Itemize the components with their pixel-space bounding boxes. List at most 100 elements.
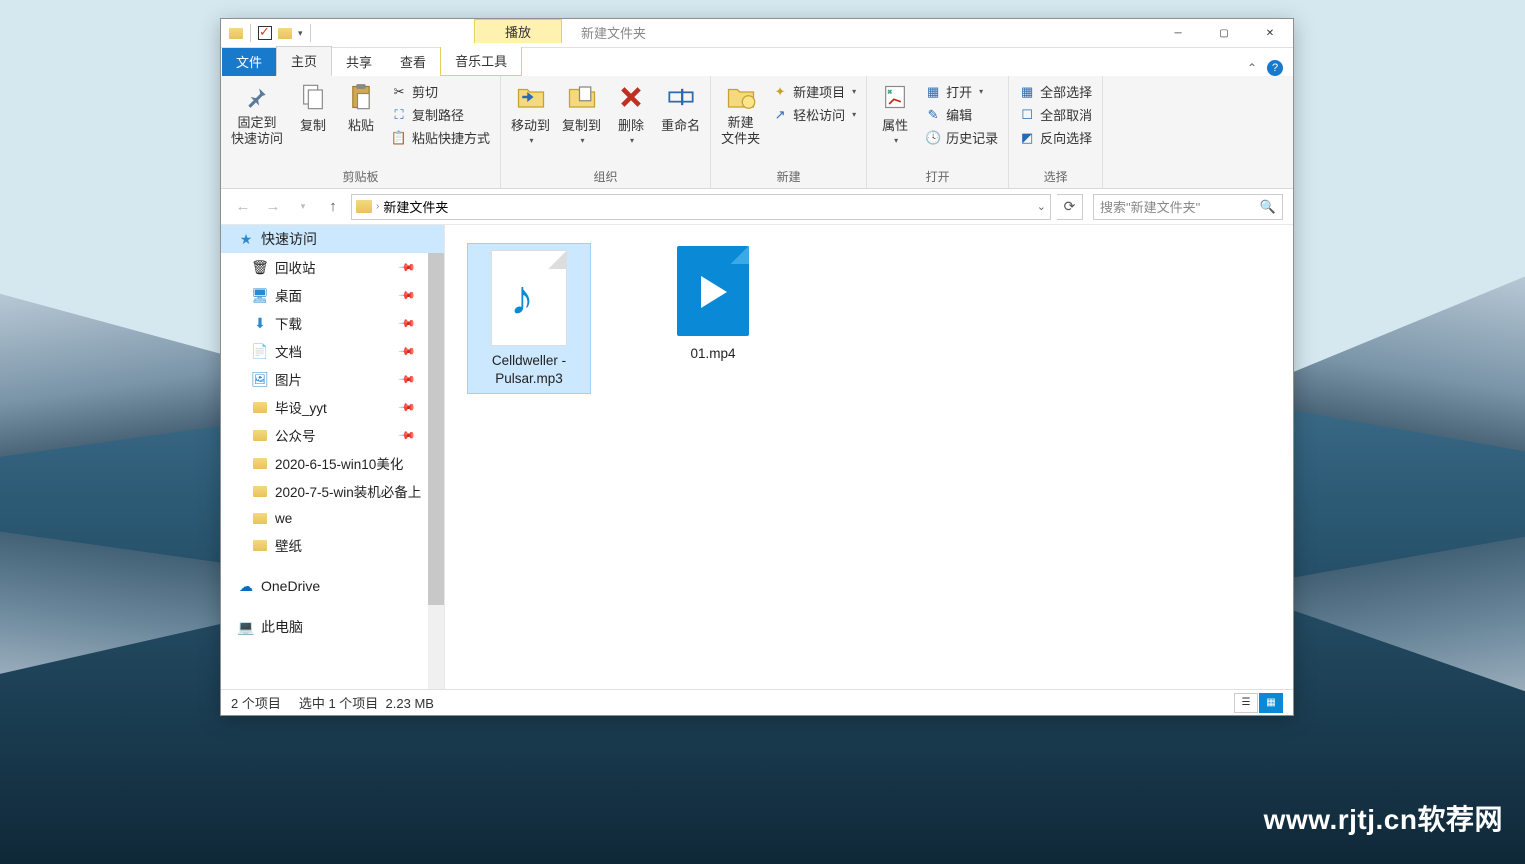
- titlebar[interactable]: ▾ 播放 新建文件夹 ─ ▢ ✕: [221, 19, 1293, 48]
- tab-music-tools[interactable]: 音乐工具: [440, 47, 522, 76]
- sidebar-item-folder[interactable]: 2020-6-15-win10美化: [221, 449, 444, 477]
- folder-icon[interactable]: [276, 24, 294, 42]
- breadcrumb-segment[interactable]: 新建文件夹: [383, 197, 448, 216]
- paste-shortcut-button[interactable]: 📋粘贴快捷方式: [387, 127, 494, 148]
- details-view-button[interactable]: ☰: [1234, 693, 1258, 713]
- move-to-button[interactable]: 移动到▾: [507, 79, 554, 147]
- tab-share[interactable]: 共享: [332, 48, 386, 76]
- edit-icon: ✎: [925, 107, 941, 123]
- history-dropdown-icon[interactable]: ▾: [291, 195, 315, 219]
- video-file-icon: [677, 246, 749, 336]
- rename-button[interactable]: 重命名: [657, 79, 704, 136]
- ribbon-tabs: 文件 主页 共享 查看 音乐工具 ⌃ ?: [221, 48, 1293, 76]
- move-icon: [515, 81, 547, 113]
- tab-home[interactable]: 主页: [276, 46, 332, 76]
- icons-view-button[interactable]: ▦: [1259, 693, 1283, 713]
- new-folder-button[interactable]: 新建 文件夹: [717, 79, 764, 150]
- paste-icon: [345, 81, 377, 113]
- close-button[interactable]: ✕: [1247, 19, 1293, 47]
- contextual-tab-header: 播放: [474, 19, 562, 43]
- sidebar-this-pc[interactable]: 💻此电脑: [221, 613, 444, 641]
- properties-icon: [879, 81, 911, 113]
- copy-button[interactable]: 复制: [291, 79, 335, 136]
- history-button[interactable]: 🕓历史记录: [921, 127, 1002, 148]
- search-placeholder: 搜索"新建文件夹": [1100, 197, 1200, 216]
- new-folder-icon: [725, 81, 757, 113]
- document-icon: 📄: [251, 342, 269, 360]
- breadcrumb[interactable]: › 新建文件夹 ⌄: [351, 194, 1051, 220]
- forward-button[interactable]: →: [261, 195, 285, 219]
- sidebar-onedrive[interactable]: ☁OneDrive: [221, 573, 444, 599]
- file-item-audio[interactable]: ♪ Celldweller - Pulsar.mp3: [467, 243, 591, 394]
- easy-access-button[interactable]: ↗轻松访问▾: [768, 104, 860, 125]
- download-icon: ⬇: [251, 314, 269, 332]
- select-all-button[interactable]: ▦全部选择: [1015, 81, 1096, 102]
- refresh-button[interactable]: ⟳: [1057, 194, 1083, 220]
- folder-icon: [251, 536, 269, 554]
- copy-to-button[interactable]: 复制到▾: [558, 79, 605, 147]
- sidebar-item-folder[interactable]: we: [221, 505, 444, 531]
- delete-label: 删除: [618, 115, 644, 134]
- file-item-video[interactable]: 01.mp4: [651, 243, 775, 363]
- sidebar-item-pictures[interactable]: 🖼图片📌: [221, 365, 444, 393]
- sidebar-item-documents[interactable]: 📄文档📌: [221, 337, 444, 365]
- desktop-icon: 🖥: [251, 286, 269, 304]
- pin-icon: 📌: [398, 426, 417, 445]
- chevron-right-icon[interactable]: ›: [376, 201, 379, 212]
- sidebar-quick-access[interactable]: ★ 快速访问: [221, 225, 444, 253]
- selected-count: 选中 1 个项目: [299, 696, 378, 711]
- select-none-button[interactable]: ☐全部取消: [1015, 104, 1096, 125]
- collapse-ribbon-icon[interactable]: ⌃: [1247, 61, 1257, 75]
- pin-quick-access-button[interactable]: 固定到 快速访问: [227, 79, 287, 150]
- context-tab-label: 播放: [474, 19, 562, 43]
- minimize-button[interactable]: ─: [1155, 19, 1201, 47]
- back-button[interactable]: ←: [231, 195, 255, 219]
- edit-button[interactable]: ✎编辑: [921, 104, 1002, 125]
- paste-button[interactable]: 粘贴: [339, 79, 383, 136]
- sidebar-item-folder[interactable]: 公众号📌: [221, 421, 444, 449]
- move-to-label: 移动到: [511, 115, 550, 134]
- selected-size: 2.23 MB: [386, 696, 434, 711]
- address-bar-row: ← → ▾ ↑ › 新建文件夹 ⌄ ⟳ 搜索"新建文件夹" 🔍: [221, 189, 1293, 225]
- pin-icon: 📌: [398, 342, 417, 361]
- invert-selection-button[interactable]: ◩反向选择: [1015, 127, 1096, 148]
- easy-access-icon: ↗: [772, 107, 788, 123]
- select-none-icon: ☐: [1019, 107, 1035, 123]
- clipboard-group-label: 剪贴板: [227, 166, 494, 188]
- help-icon[interactable]: ?: [1267, 60, 1283, 76]
- new-item-button[interactable]: ✦新建项目▾: [768, 81, 860, 102]
- sidebar-item-folder[interactable]: 壁纸: [221, 531, 444, 559]
- open-icon: ▦: [925, 84, 941, 100]
- folder-icon: [251, 398, 269, 416]
- copy-path-button[interactable]: ⛶复制路径: [387, 104, 494, 125]
- cloud-icon: ☁: [237, 577, 255, 595]
- cut-button[interactable]: ✂剪切: [387, 81, 494, 102]
- sidebar-item-recycle[interactable]: 🗑回收站📌: [221, 253, 444, 281]
- checkbox-icon[interactable]: [256, 24, 274, 42]
- organize-group-label: 组织: [507, 166, 704, 188]
- shortcut-icon: 📋: [391, 130, 407, 146]
- sidebar-item-folder[interactable]: 2020-7-5-win装机必备上: [221, 477, 444, 505]
- select-group-label: 选择: [1015, 166, 1096, 188]
- open-button[interactable]: ▦打开▾: [921, 81, 1002, 102]
- tab-view[interactable]: 查看: [386, 48, 440, 76]
- qat-dropdown-icon[interactable]: ▾: [296, 28, 305, 39]
- search-input[interactable]: 搜索"新建文件夹" 🔍: [1093, 194, 1283, 220]
- pin-icon: 📌: [398, 370, 417, 389]
- pc-icon: 💻: [237, 618, 255, 636]
- sidebar-item-downloads[interactable]: ⬇下载📌: [221, 309, 444, 337]
- maximize-button[interactable]: ▢: [1201, 19, 1247, 47]
- chevron-down-icon[interactable]: ⌄: [1037, 200, 1046, 213]
- audio-file-icon: ♪: [491, 250, 567, 346]
- path-icon: ⛶: [391, 107, 407, 123]
- copy-to-label: 复制到: [562, 115, 601, 134]
- delete-button[interactable]: 删除▾: [609, 79, 653, 147]
- up-button[interactable]: ↑: [321, 195, 345, 219]
- sidebar-item-desktop[interactable]: 🖥桌面📌: [221, 281, 444, 309]
- pin-icon: 📌: [398, 258, 417, 277]
- quick-access-toolbar: ▾: [221, 19, 320, 47]
- tab-file[interactable]: 文件: [222, 48, 276, 76]
- properties-button[interactable]: 属性▾: [873, 79, 917, 147]
- file-list[interactable]: ♪ Celldweller - Pulsar.mp3 01.mp4: [445, 225, 1293, 689]
- sidebar-item-folder[interactable]: 毕设_yyt📌: [221, 393, 444, 421]
